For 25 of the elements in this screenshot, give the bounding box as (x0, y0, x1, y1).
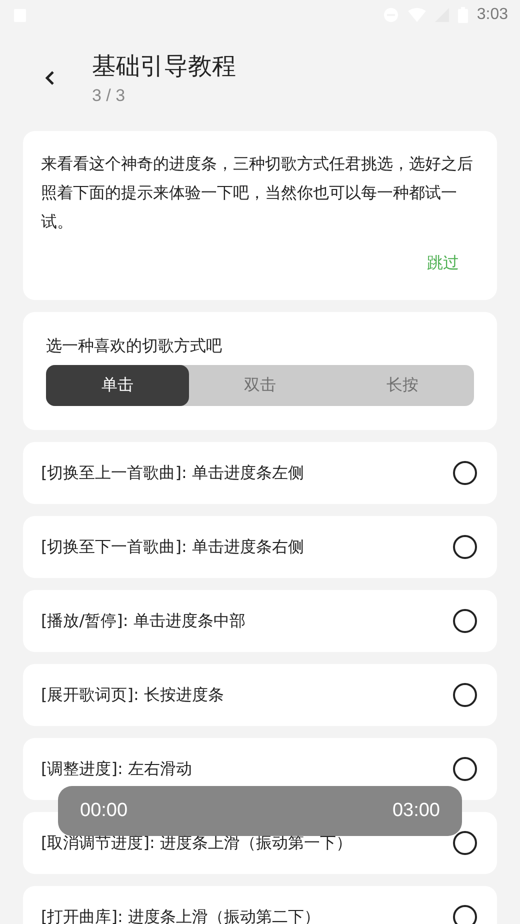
radio-button[interactable] (453, 609, 477, 633)
step-text: [切换至上一首歌曲]: 单击进度条左侧 (41, 462, 304, 484)
step-row[interactable]: [切换至上一首歌曲]: 单击进度条左侧 (23, 442, 497, 504)
radio-button[interactable] (453, 461, 477, 485)
step-text: [打开曲库]: 进度条上滑（振动第二下） (41, 906, 320, 924)
step-row[interactable]: [打开曲库]: 进度条上滑（振动第二下） (23, 886, 497, 924)
mode-tab[interactable]: 单击 (46, 365, 189, 406)
intro-text: 来看看这个神奇的进度条，三种切歌方式任君挑选，选好之后照着下面的提示来体验一下吧，当然你也可以每一种都试一试。 (41, 153, 474, 233)
step-text: [播放/暂停]: 单击进度条中部 (41, 610, 246, 632)
radio-button[interactable] (453, 535, 477, 559)
step-text: [切换至下一首歌曲]: 单击进度条右侧 (41, 536, 304, 558)
step-text: [展开歌词页]: 长按进度条 (41, 684, 224, 706)
radio-button[interactable] (453, 757, 477, 781)
step-counter: 3 / 3 (92, 86, 126, 106)
radio-button[interactable] (453, 905, 477, 924)
mode-label: 选一种喜欢的切歌方式吧 (46, 336, 223, 357)
back-icon (44, 71, 56, 85)
step-row[interactable]: [播放/暂停]: 单击进度条中部 (23, 590, 497, 652)
step-text: [调整进度]: 左右滑动 (41, 758, 192, 780)
page-title: 基础引导教程 (92, 51, 236, 82)
step-row[interactable]: [展开歌词页]: 长按进度条 (23, 664, 497, 726)
step-row[interactable]: [切换至下一首歌曲]: 单击进度条右侧 (23, 516, 497, 578)
step-text: [取消调节进度]: 进度条上滑（振动第一下） (41, 832, 352, 854)
status-time: 3:03 (476, 6, 508, 24)
radio-button[interactable] (453, 683, 477, 707)
